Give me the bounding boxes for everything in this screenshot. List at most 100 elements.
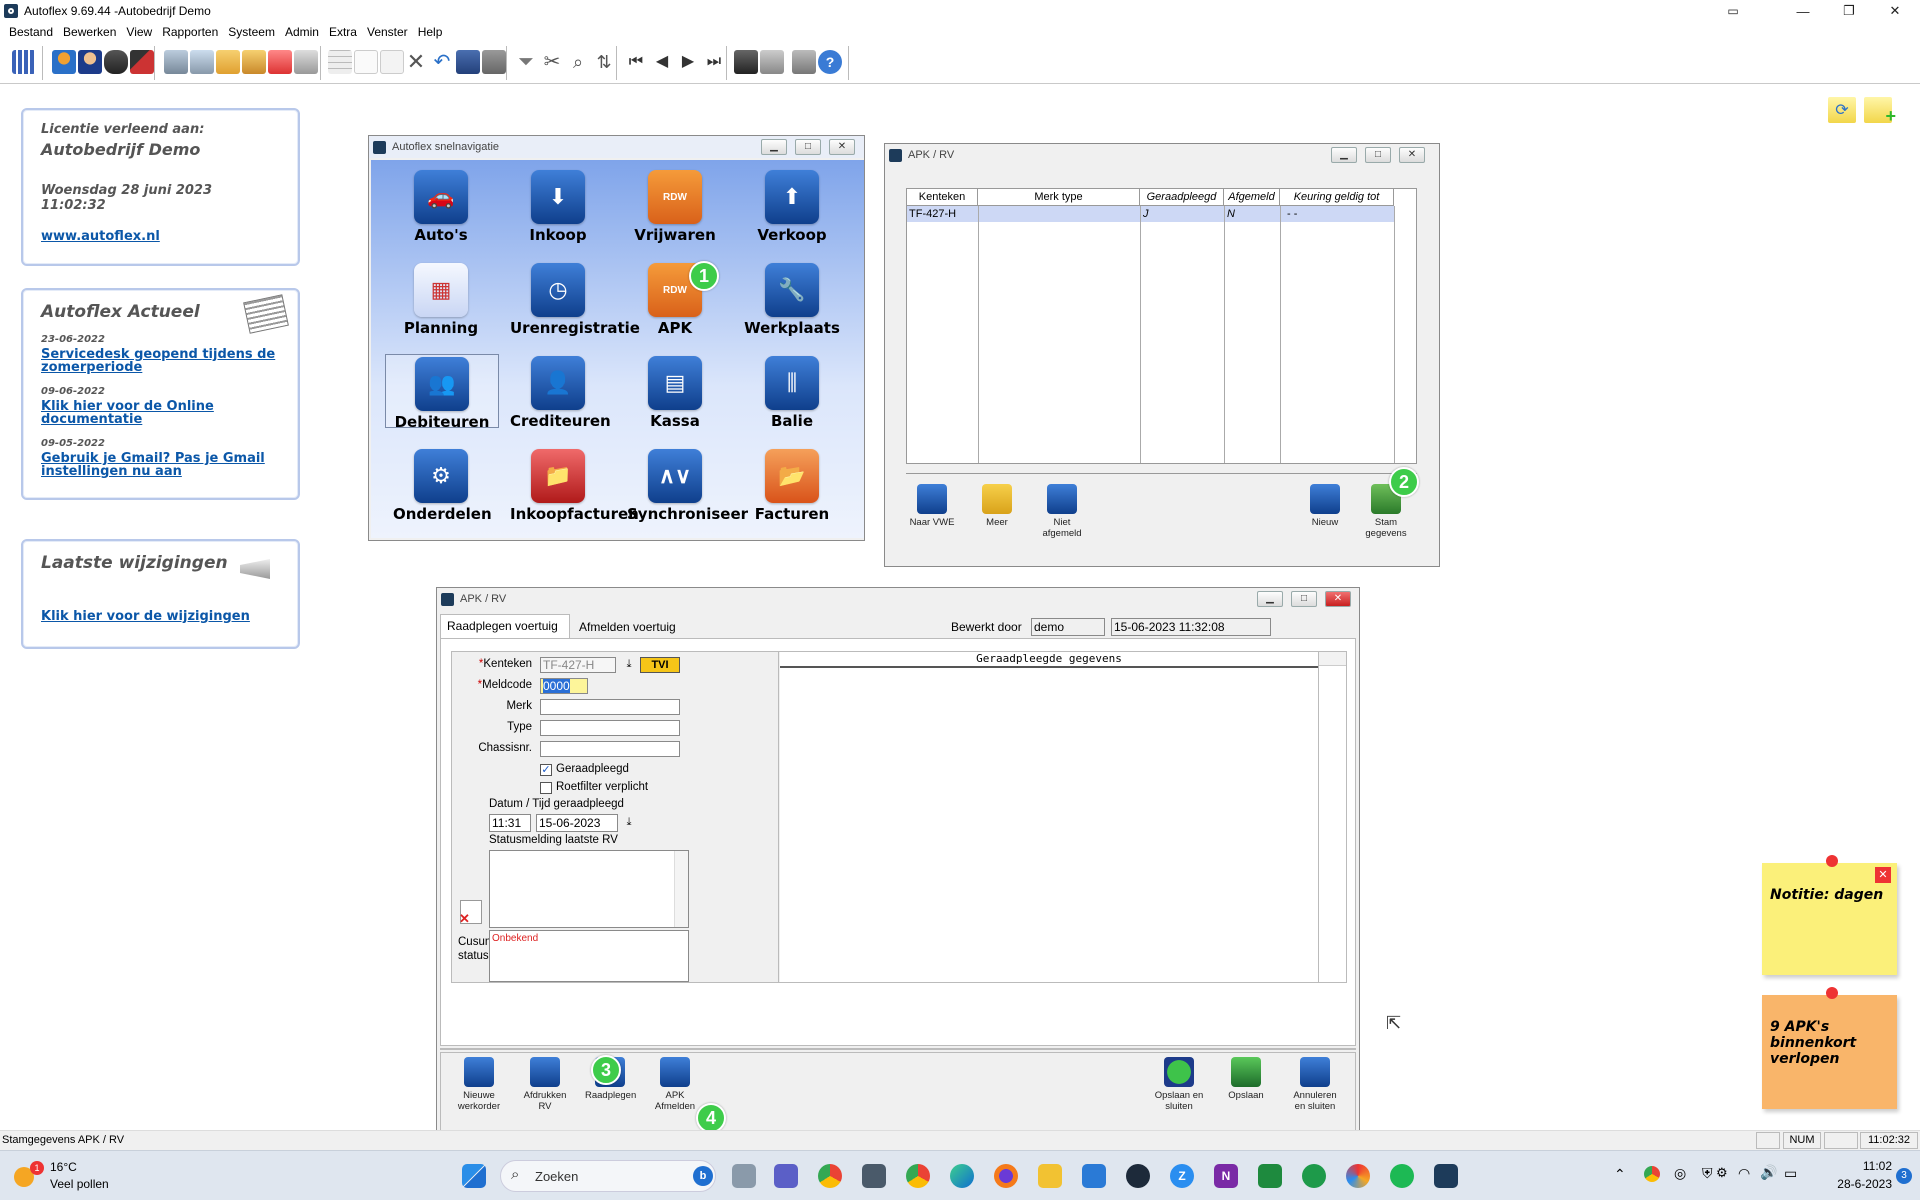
nieuwe-werkorder-button[interactable]: Nieuwe werkorder [455,1057,503,1112]
last-record-icon[interactable]: ⏭ [702,50,726,74]
nav-crediteuren[interactable]: 👤 Crediteuren [510,356,611,430]
menu-help[interactable]: Help [413,25,448,39]
sort-icon[interactable]: ⇅ [592,50,616,74]
teamviewer-icon[interactable] [1126,1164,1150,1188]
tray-audio-device-icon[interactable]: ◎ [1674,1165,1686,1182]
remove-document-icon[interactable]: ✕ [459,900,482,926]
colorful-app-icon[interactable] [1346,1164,1370,1188]
first-record-icon[interactable]: ⏮ [624,50,648,74]
undo-icon[interactable]: ↶ [430,50,454,74]
cast-icon[interactable]: ▭ [1710,0,1756,22]
nav-inkoop[interactable]: ⬇ Inkoop [510,170,606,244]
zoom-icon[interactable]: Z [1170,1164,1194,1188]
annuleren-en-sluiten-button[interactable]: Annuleren en sluiten [1287,1057,1343,1112]
nav-debiteuren[interactable]: 👥 Debiteuren [385,354,499,431]
sticky-note[interactable]: ✕ Notitie: dagen [1762,855,1897,975]
nav-onderdelen[interactable]: ⚙ Onderdelen [393,449,492,523]
clear-filter-icon[interactable]: ✂ [540,50,564,74]
next-record-icon[interactable]: ▶ [676,50,700,74]
task-view-icon[interactable] [732,1164,756,1188]
teams-icon[interactable] [774,1164,798,1188]
print-icon[interactable] [760,50,784,74]
col-merk-type[interactable]: Merk type [978,189,1140,206]
calculator-icon[interactable] [862,1164,886,1188]
col-afgemeld[interactable]: Afgemeld [1224,189,1280,206]
col-keuring[interactable]: Keuring geldig tot [1280,189,1394,206]
start-button[interactable] [462,1164,486,1188]
add-note-icon[interactable]: + [1864,97,1896,126]
invoice-icon[interactable] [268,50,292,74]
previous-record-icon[interactable]: ◀ [650,50,674,74]
menu-view[interactable]: View [121,25,157,39]
users-icon[interactable] [52,50,76,74]
nav-urenregistratie[interactable]: ◷ Urenregistratie [510,263,640,337]
autoflex-taskbar-icon[interactable] [1434,1164,1458,1188]
table-icon[interactable] [328,50,352,74]
nav-maximize-button[interactable]: □ [795,139,821,155]
note-close-icon[interactable]: ✕ [1875,867,1891,883]
tools-icon[interactable] [130,50,154,74]
nav-minimize-button[interactable]: ▁ [761,139,787,155]
delete-icon[interactable]: ✕ [404,50,428,74]
new-document-icon[interactable] [354,50,378,74]
menu-admin[interactable]: Admin [280,25,324,39]
printer-icon[interactable] [294,50,318,74]
notification-badge[interactable]: 3 [1896,1168,1912,1184]
onenote-icon[interactable]: N [1214,1164,1238,1188]
tray-vpn-icon[interactable]: ⛨ [1702,1165,1713,1182]
file-explorer-icon[interactable] [1038,1164,1062,1188]
grid-icon[interactable] [12,50,36,74]
spotify-icon[interactable] [1390,1164,1414,1188]
news-link[interactable]: Klik hier voor de Online documentatie [41,400,280,426]
restore-button[interactable]: ❐ [1826,0,1872,22]
nav-close-button[interactable]: ✕ [829,139,855,155]
type-input[interactable] [540,720,680,736]
menu-venster[interactable]: Venster [362,25,413,39]
apk-form-maximize-button[interactable]: □ [1291,591,1317,607]
apk-list-maximize-button[interactable]: □ [1365,147,1391,163]
opslaan-en-sluiten-button[interactable]: Opslaan en sluiten [1151,1057,1207,1112]
date-input[interactable]: 15-06-2023 [536,814,618,832]
chrome-icon[interactable] [818,1164,842,1188]
menu-systeem[interactable]: Systeem [223,25,280,39]
clipboard-icon[interactable] [216,50,240,74]
chassis-input[interactable] [540,741,680,757]
apk-list-close-button[interactable]: ✕ [1399,147,1425,163]
green-app-icon[interactable] [1302,1164,1326,1188]
apk-form-close-button[interactable]: ✕ [1325,591,1351,607]
tray-chevron-icon[interactable]: ⌃ [1614,1166,1626,1183]
tray-settings-icon[interactable]: ⚙ [1716,1165,1728,1181]
car-pickup-icon[interactable] [190,50,214,74]
apk-list-minimize-button[interactable]: ▁ [1331,147,1357,163]
menu-bewerken[interactable]: Bewerken [58,25,121,39]
merk-input[interactable] [540,699,680,715]
home-icon[interactable] [792,50,816,74]
copy-icon[interactable] [380,50,404,74]
nav-kassa[interactable]: ▤ Kassa [627,356,723,430]
nieuw-button[interactable]: Nieuw [1305,484,1345,528]
tab-afmelden[interactable]: Afmelden voertuig [573,616,685,638]
folder-icon[interactable] [242,50,266,74]
person-icon[interactable] [78,50,102,74]
save-all-icon[interactable] [482,50,506,74]
taskbar-clock-date[interactable]: 28-6-2023 [1832,1177,1892,1191]
apk-form-minimize-button[interactable]: ▁ [1257,591,1283,607]
changes-link[interactable]: Klik hier voor de wijzigingen [41,609,250,624]
meer-button[interactable]: Meer [977,484,1017,528]
excel-icon[interactable] [1258,1164,1282,1188]
date-picker-icon[interactable]: ⤓ [622,816,636,830]
menu-bestand[interactable]: Bestand [4,25,58,39]
edge-icon[interactable] [950,1164,974,1188]
table-row[interactable]: TF-427-H J N - - [907,206,1394,222]
naar-vwe-button[interactable]: Naar VWE [909,484,955,528]
time-input[interactable]: 11:31 [489,814,531,832]
tray-chrome-icon[interactable] [1644,1166,1660,1182]
filter-icon[interactable]: ⏷ [514,50,538,74]
nav-inkoopfacturen[interactable]: 📁 Inkoopfacturen [510,449,639,523]
menu-extra[interactable]: Extra [324,25,362,39]
nav-autos[interactable]: 🚗 Auto's [393,170,489,244]
menu-rapporten[interactable]: Rapporten [157,25,223,39]
sticky-note[interactable]: 9 APK's binnenkort verlopen [1762,987,1897,1109]
news-link[interactable]: Servicedesk geopend tijdens de zomerperio… [41,348,280,374]
wifi-icon[interactable]: ◠ [1738,1165,1750,1182]
